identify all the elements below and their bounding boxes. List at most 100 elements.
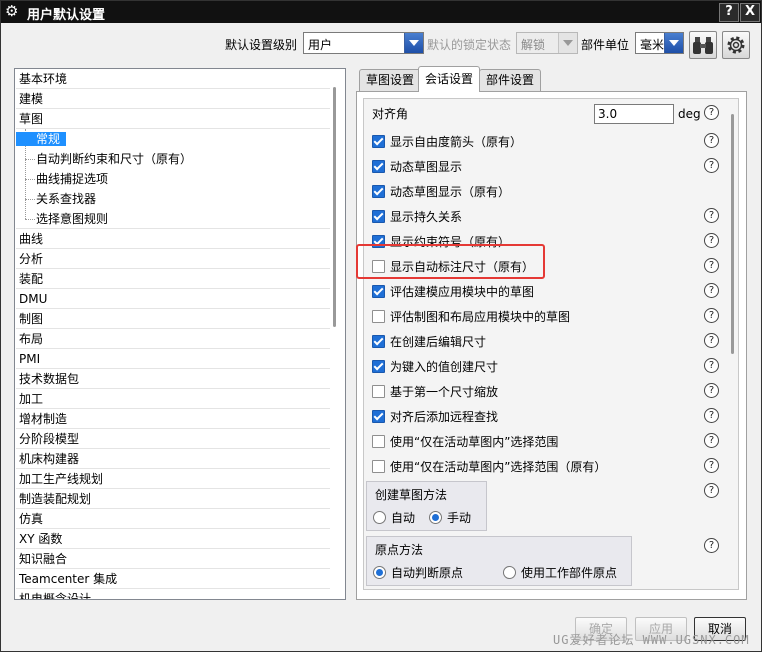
help-icon[interactable]: ? [704,105,719,120]
checkbox-icon[interactable] [372,335,385,348]
option-evaluate-modeling[interactable]: 评估建模应用模块中的草图 [372,282,534,302]
defaults-level-label: 默认设置级别 [225,38,298,52]
option-scale-first-dimension[interactable]: 基于第一个尺寸缩放 [372,382,498,402]
checkbox-icon[interactable] [372,410,385,423]
option-remote-find[interactable]: 对齐后添加远程查找 [372,407,498,427]
lock-state-label: 默认的锁定状态 [427,38,512,52]
option-active-sketch-scope[interactable]: 使用“仅在活动草图内”选择范围 [372,432,558,452]
tree-item[interactable]: 仿真 [16,509,330,529]
session-settings-content: 对齐角 3.0 deg ? 显示自由度箭头（原有） ? 动态草图显示 ? 动态草… [363,98,739,590]
option-dynamic-sketch-display-legacy[interactable]: 动态草图显示（原有） [372,182,510,202]
help-icon[interactable]: ? [704,483,719,498]
checkbox-icon[interactable] [372,435,385,448]
tree-item[interactable]: 制造装配规划 [16,489,330,509]
tree-item[interactable]: XY 函数 [16,529,330,549]
close-button[interactable]: X [740,3,760,22]
tree-item[interactable]: 知识融合 [16,549,330,569]
tree-item[interactable]: 选择意图规则 [16,209,330,229]
tree-item[interactable]: 分析 [16,249,330,269]
tree-item[interactable]: 草图 [16,109,330,129]
tab-sketch-settings[interactable]: 草图设置 [359,69,422,91]
find-default-button[interactable] [689,31,717,59]
radio-icon[interactable] [373,511,386,524]
checkbox-icon[interactable] [372,460,385,473]
checkbox-icon[interactable] [372,310,385,323]
defaults-level-select[interactable]: 用户 [303,32,424,54]
checkbox-icon[interactable] [372,135,385,148]
help-icon[interactable]: ? [704,333,719,348]
radio-icon[interactable] [373,566,386,579]
checkbox-icon[interactable] [372,360,385,373]
tree-item[interactable]: 装配 [16,269,330,289]
tree-item[interactable]: 分阶段模型 [16,429,330,449]
checkbox-icon[interactable] [372,160,385,173]
tab-part-settings[interactable]: 部件设置 [479,69,542,91]
checkbox-icon[interactable] [372,285,385,298]
option-edit-after-create[interactable]: 在创建后编辑尺寸 [372,332,486,352]
snap-angle-input[interactable]: 3.0 [594,104,674,124]
help-icon[interactable]: ? [704,538,719,553]
option-evaluate-drafting[interactable]: 评估制图和布局应用模块中的草图 [372,307,570,327]
chevron-down-icon[interactable] [664,33,683,53]
manage-defaults-button[interactable] [722,31,750,59]
tree-item[interactable]: 加工生产线规划 [16,469,330,489]
tree-item[interactable]: 基本环境 [16,69,330,89]
checkbox-icon[interactable] [372,385,385,398]
tree-item[interactable]: 布局 [16,329,330,349]
tree-scrollbar[interactable] [331,71,343,597]
help-icon[interactable]: ? [704,158,719,173]
help-icon[interactable]: ? [704,133,719,148]
chevron-down-icon[interactable] [404,33,423,53]
tree-item[interactable]: DMU [16,289,330,309]
radio-icon[interactable] [503,566,516,579]
help-icon[interactable]: ? [704,408,719,423]
help-icon[interactable]: ? [704,433,719,448]
radio-infer-origin[interactable]: 自动判断原点 [373,563,463,583]
option-active-sketch-scope-legacy[interactable]: 使用“仅在活动草图内”选择范围（原有） [372,457,606,477]
lock-state-value: 解锁 [521,38,546,52]
help-icon[interactable]: ? [704,233,719,248]
user-defaults-dialog: ⚙ 用户默认设置 ? X 默认设置级别 用户 默认的锁定状态 解锁 部件单位 毫… [0,0,762,652]
scrollbar-thumb[interactable] [333,87,336,327]
help-icon[interactable]: ? [704,283,719,298]
tree-item[interactable]: 增材制造 [16,409,330,429]
option-persistent-relations[interactable]: 显示持久关系 [372,207,462,227]
tree-item[interactable]: 曲线捕捉选项 [16,169,330,189]
tree-item[interactable]: Teamcenter 集成 [16,569,330,589]
defaults-level-value: 用户 [308,38,333,52]
scrollbar-thumb[interactable] [731,114,734,354]
tree-item[interactable]: PMI [16,349,330,369]
help-icon[interactable]: ? [704,458,719,473]
help-icon[interactable]: ? [704,208,719,223]
panel-scrollbar[interactable] [729,114,741,554]
help-button[interactable]: ? [719,3,739,22]
lock-state-select: 解锁 [516,32,578,54]
tree-item-selected[interactable]: 常规 [16,129,330,149]
tree-item[interactable]: 建模 [16,89,330,109]
checkbox-icon[interactable] [372,185,385,198]
watermark: UG爱好者论坛 WWW.UGSNX.COM [553,633,750,647]
option-dynamic-sketch-display[interactable]: 动态草图显示 [372,157,462,177]
option-dimension-typed-values[interactable]: 为键入的值创建尺寸 [372,357,498,377]
tree-item[interactable]: 关系查找器 [16,189,330,209]
tree-item[interactable]: 机电概念设计 [16,589,330,599]
tree-item[interactable]: 自动判断约束和尺寸（原有） [16,149,330,169]
part-unit-select[interactable]: 毫米 [635,32,684,54]
tree-item[interactable]: 制图 [16,309,330,329]
radio-auto[interactable]: 自动 [373,508,415,528]
help-icon[interactable]: ? [704,358,719,373]
option-dof-arrows[interactable]: 显示自由度箭头（原有） [372,132,522,152]
checkbox-icon[interactable] [372,210,385,223]
help-icon[interactable]: ? [704,308,719,323]
radio-manual[interactable]: 手动 [429,508,471,528]
tree-item[interactable]: 曲线 [16,229,330,249]
help-icon[interactable]: ? [704,383,719,398]
radio-work-part-origin[interactable]: 使用工作部件原点 [503,563,617,583]
tab-session-settings[interactable]: 会话设置 [418,66,481,92]
window-title: 用户默认设置 [27,8,106,23]
tree-item[interactable]: 技术数据包 [16,369,330,389]
radio-icon[interactable] [429,511,442,524]
tree-item[interactable]: 机床构建器 [16,449,330,469]
help-icon[interactable]: ? [704,258,719,273]
tree-item[interactable]: 加工 [16,389,330,409]
